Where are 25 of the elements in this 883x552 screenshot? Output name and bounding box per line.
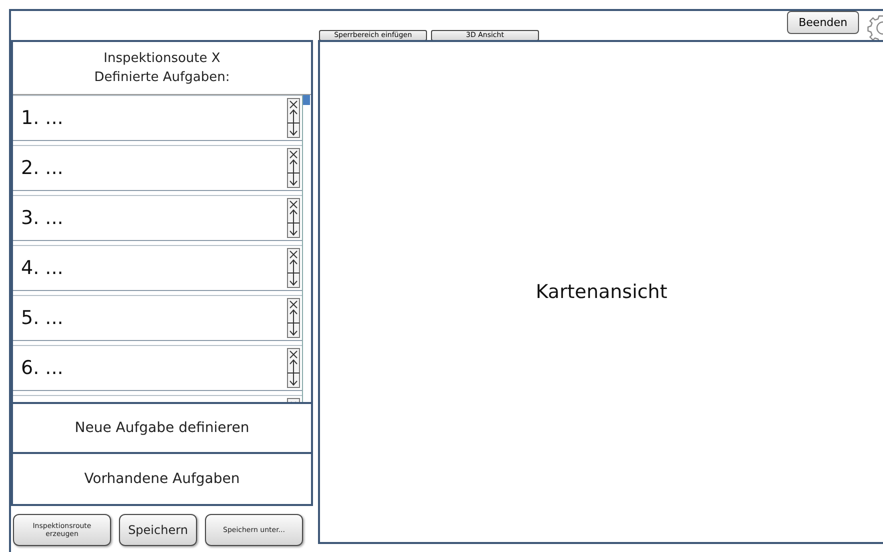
panel-title: Inspektionsoute X (104, 50, 220, 68)
delete-move-icon[interactable] (287, 298, 300, 338)
scrollbar[interactable] (302, 95, 310, 402)
delete-move-icon[interactable] (287, 348, 300, 388)
task-row[interactable]: 2. ... (13, 145, 302, 191)
delete-move-icon[interactable] (287, 248, 300, 288)
task-row[interactable]: 6. ... (13, 345, 302, 391)
task-label: 6. ... (21, 357, 64, 379)
delete-move-icon[interactable] (287, 148, 300, 188)
task-label: 2. ... (21, 157, 64, 179)
delete-move-icon[interactable] (287, 198, 300, 238)
task-label: 5. ... (21, 307, 64, 329)
task-row[interactable]: 4. ... (13, 245, 302, 291)
task-row[interactable]: 3. ... (13, 195, 302, 241)
map-label: Kartenansicht (536, 281, 668, 303)
task-label: 4. ... (21, 257, 64, 279)
panel-title: Definierte Aufgaben: (94, 69, 230, 87)
bottom-button[interactable]: Speichern (119, 514, 197, 546)
task-label: 1. ... (21, 107, 64, 129)
map-view[interactable]: Kartenansicht (318, 40, 883, 544)
task-row[interactable]: 1. ... (13, 95, 302, 141)
task-label: 3. ... (21, 207, 64, 229)
exit-button[interactable]: Beenden (787, 11, 859, 34)
delete-move-icon[interactable] (287, 98, 300, 138)
task-row[interactable]: 5. ... (13, 295, 302, 341)
